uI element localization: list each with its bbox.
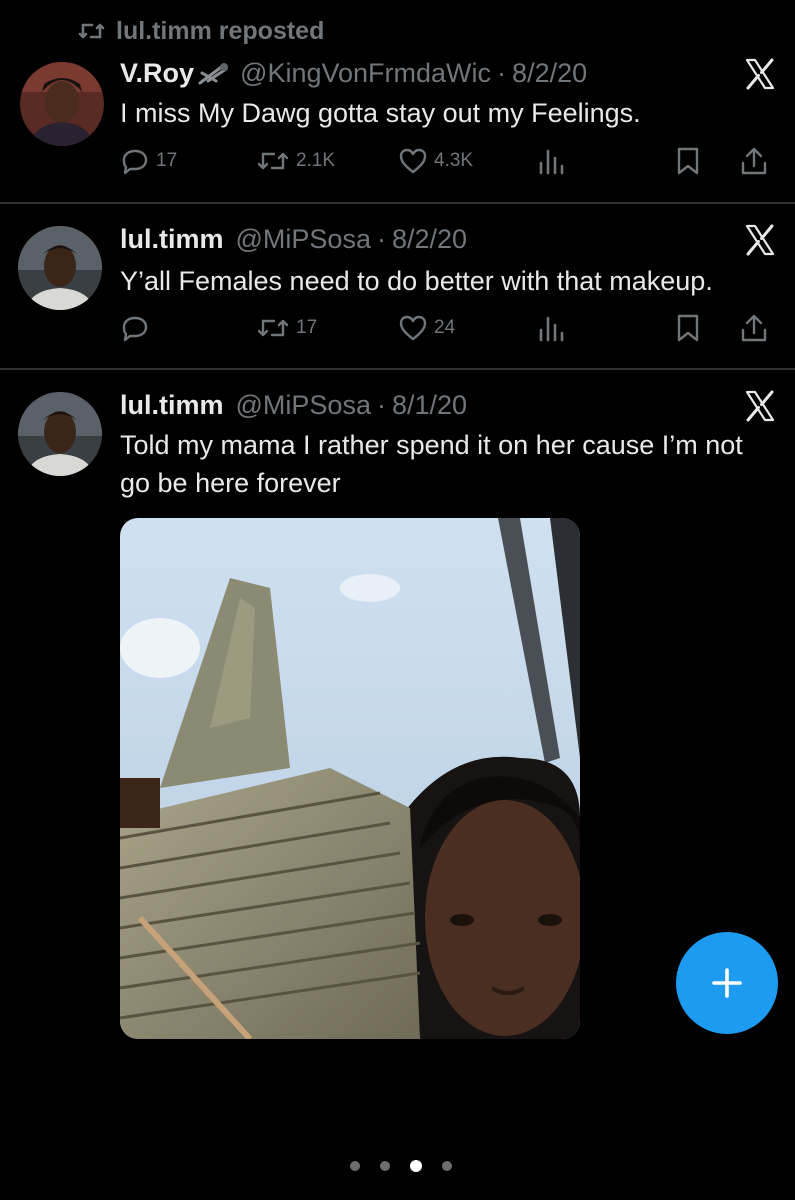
pager-dots [350, 1160, 452, 1172]
like-count: 4.3K [434, 150, 474, 171]
tweet-text: Told my mama I rather spend it on her ca… [120, 430, 743, 498]
repost-icon [257, 319, 289, 337]
heart-icon [399, 315, 427, 341]
timestamp[interactable]: 8/2/20 [512, 58, 587, 89]
views-icon [539, 316, 564, 342]
share-icon [741, 314, 767, 342]
display-name[interactable]: lul.timm [120, 390, 224, 421]
repost-count: 2.1K [296, 150, 336, 171]
display-name[interactable]: lul.timm [120, 224, 224, 255]
heart-icon [399, 148, 427, 174]
repost-icon [257, 152, 289, 170]
tweet-header: lul.timm @MiPSosa · 8/2/20 [120, 224, 467, 255]
pager-dot[interactable] [380, 1161, 390, 1171]
avatar[interactable] [20, 62, 104, 146]
like-button[interactable]: 4.3K [398, 143, 473, 179]
tweet-header: lul.timm @MiPSosa · 8/1/20 [120, 390, 467, 421]
reply-count: 17 [156, 150, 178, 171]
reply-button[interactable]: 17 [120, 143, 177, 179]
compose-button[interactable] [676, 932, 778, 1034]
separator: · [376, 390, 386, 420]
handle[interactable]: @KingVonFrmdaWic [240, 58, 491, 89]
like-button[interactable]: 24 [398, 310, 455, 346]
display-name[interactable]: V.Roy [120, 58, 194, 89]
tweet-text: I miss My Dawg gotta stay out my Feeling… [120, 98, 641, 128]
tweet-actions: 17 24 [0, 310, 795, 346]
timestamp[interactable]: 8/2/20 [392, 224, 467, 255]
repost-count: 17 [296, 317, 318, 338]
x-logo-icon [745, 390, 775, 422]
bookmark-button[interactable] [675, 143, 701, 179]
share-button[interactable] [740, 310, 768, 346]
tweet-header: V.Roy @KingVonFrmdaWic · 8/2/20 [120, 58, 587, 89]
tweet-2[interactable]: lul.timm @MiPSosa · 8/2/20 Y’all Females… [0, 204, 795, 366]
plus-icon [712, 968, 742, 998]
avatar[interactable] [18, 392, 102, 476]
tweet-media-image[interactable] [120, 518, 580, 1039]
pager-dot[interactable] [350, 1161, 360, 1171]
bookmark-button[interactable] [675, 310, 701, 346]
avatar[interactable] [18, 226, 102, 310]
share-button[interactable] [740, 143, 768, 179]
repost-button[interactable]: 17 [256, 310, 317, 346]
bookmark-icon [677, 147, 699, 175]
pager-dot[interactable] [442, 1161, 452, 1171]
views-button[interactable] [538, 310, 564, 346]
handle[interactable]: @MiPSosa [236, 224, 371, 255]
reply-icon [122, 149, 148, 175]
tweet-text: Y’all Females need to do better with tha… [120, 266, 713, 296]
reply-button[interactable] [120, 310, 156, 346]
bookmark-icon [677, 314, 699, 342]
separator: · [376, 224, 386, 254]
share-icon [741, 147, 767, 175]
separator: · [497, 58, 507, 88]
x-logo-icon [745, 58, 775, 90]
reply-icon [122, 316, 148, 342]
like-count: 24 [434, 317, 456, 338]
x-logo-icon [745, 224, 775, 256]
views-button[interactable] [538, 143, 564, 179]
tweet-actions: 17 2.1K 4.3K [0, 143, 795, 179]
repost-button[interactable]: 2.1K [256, 143, 335, 179]
views-icon [539, 149, 564, 175]
handle[interactable]: @MiPSosa [236, 390, 371, 421]
timestamp[interactable]: 8/1/20 [392, 390, 467, 421]
tweet-1[interactable]: V.Roy @KingVonFrmdaWic · 8/2/20 I miss M… [0, 0, 795, 200]
emoji-icon [198, 62, 229, 84]
pager-dot-active[interactable] [410, 1160, 422, 1172]
